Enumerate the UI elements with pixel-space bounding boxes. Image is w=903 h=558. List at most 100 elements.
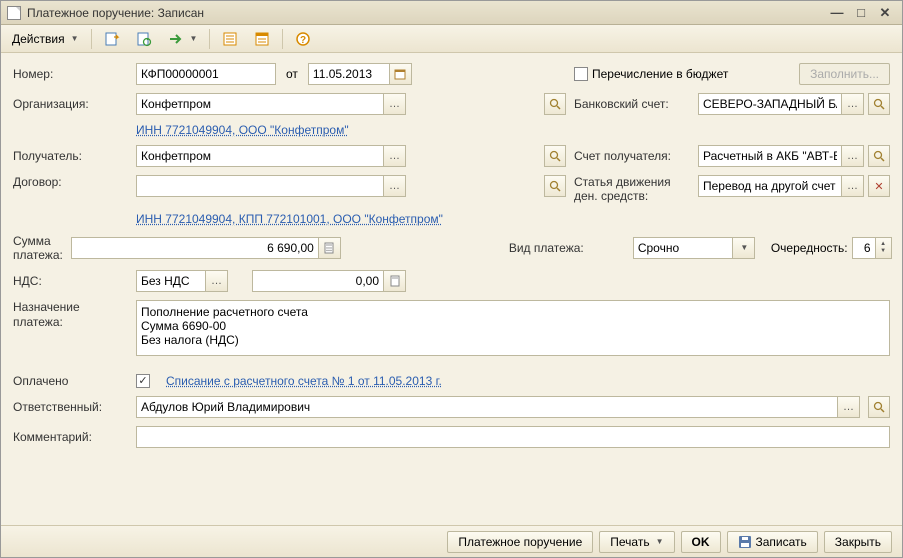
label-from: от xyxy=(286,67,298,81)
window-title: Платежное поручение: Записан xyxy=(27,6,824,20)
record-button[interactable]: Записать xyxy=(727,531,818,553)
label-organization: Организация: xyxy=(13,97,128,111)
date-input[interactable] xyxy=(308,63,390,85)
responsible-input[interactable] xyxy=(136,396,838,418)
budget-transfer-checkbox[interactable] xyxy=(574,67,588,81)
recipient-account-input[interactable] xyxy=(698,145,842,167)
goto-icon xyxy=(168,31,184,47)
vat-sum-calc-button[interactable] xyxy=(384,270,406,292)
label-bank-account: Банковский счет: xyxy=(574,97,694,111)
responsible-select-button[interactable]: … xyxy=(838,396,860,418)
vat-type-input[interactable] xyxy=(136,270,206,292)
recipient-account-select-button[interactable]: … xyxy=(842,145,864,167)
responsible-search-button[interactable] xyxy=(868,396,890,418)
recipient-input[interactable] xyxy=(136,145,384,167)
actions-label: Действия xyxy=(12,32,65,46)
organization-input[interactable] xyxy=(136,93,384,115)
vat-sum-input[interactable] xyxy=(252,270,384,292)
dropdown-icon: ▼ xyxy=(656,537,664,546)
flow-item-select-button[interactable]: … xyxy=(842,175,864,197)
footer: Платежное поручение Печать▼ OK Записать … xyxy=(1,525,902,557)
fill-button[interactable]: Заполнить... xyxy=(799,63,890,85)
bank-account-select-button[interactable]: … xyxy=(842,93,864,115)
comment-input[interactable] xyxy=(136,426,890,448)
recipient-search-button[interactable] xyxy=(544,145,566,167)
row-recipient: Получатель: … Счет получателя: … xyxy=(13,145,890,167)
row-responsible: Ответственный: … xyxy=(13,396,890,418)
close-button[interactable]: Закрыть xyxy=(824,531,892,553)
goto-button[interactable]: ▼ xyxy=(161,28,205,50)
sum-input[interactable] xyxy=(71,237,319,259)
document-icon xyxy=(7,6,21,20)
maximize-button[interactable]: □ xyxy=(850,4,872,22)
purpose-textarea[interactable]: Пополнение расчетного счета Сумма 6690-0… xyxy=(136,300,890,356)
bank-account-input[interactable] xyxy=(698,93,842,115)
list-view-button[interactable] xyxy=(215,28,245,50)
label-payment-sum: Сумма платежа: xyxy=(13,234,63,262)
svg-text:?: ? xyxy=(300,35,306,46)
number-input[interactable] xyxy=(136,63,276,85)
actions-menu-button[interactable]: Действия ▼ xyxy=(5,28,86,50)
ok-button[interactable]: OK xyxy=(681,531,721,553)
help-icon: ? xyxy=(295,31,311,47)
separator xyxy=(91,29,92,49)
row-organization: Организация: … Банковский счет: … xyxy=(13,93,890,115)
spin-down-icon: ▼ xyxy=(880,248,886,255)
priority-spin-button[interactable]: ▲ ▼ xyxy=(876,237,892,259)
priority-input[interactable] xyxy=(852,237,876,259)
flow-item-input[interactable] xyxy=(698,175,842,197)
titlebar: Платежное поручение: Записан — □ ✕ xyxy=(1,1,902,25)
label-recipient-account: Счет получателя: xyxy=(574,149,694,163)
close-window-button[interactable]: ✕ xyxy=(874,4,896,22)
payment-type-input[interactable] xyxy=(633,237,733,259)
separator xyxy=(282,29,283,49)
calendar-icon xyxy=(394,68,406,80)
row-sum: Сумма платежа: Вид платежа: ▼ Очередност… xyxy=(13,234,890,262)
recipient-account-search-button[interactable] xyxy=(868,145,890,167)
export-button[interactable] xyxy=(97,28,127,50)
contract-input[interactable] xyxy=(136,175,384,197)
dropdown-icon: ▼ xyxy=(740,243,748,252)
label-budget-transfer: Перечисление в бюджет xyxy=(592,67,728,81)
print-form-button[interactable]: Платежное поручение xyxy=(447,531,593,553)
help-button[interactable]: ? xyxy=(288,28,318,50)
spin-up-icon: ▲ xyxy=(880,241,886,248)
paid-checkbox[interactable]: ✓ xyxy=(136,374,150,388)
contract-search-button[interactable] xyxy=(544,175,566,197)
magnifier-icon xyxy=(873,150,885,162)
app-window: Платежное поручение: Записан — □ ✕ Дейст… xyxy=(0,0,903,558)
payment-type-dropdown-button[interactable]: ▼ xyxy=(733,237,755,259)
report-icon xyxy=(254,31,270,47)
refresh-button[interactable] xyxy=(129,28,159,50)
print-menu-button[interactable]: Печать▼ xyxy=(599,531,674,553)
calendar-button[interactable] xyxy=(390,63,412,85)
label-comment: Комментарий: xyxy=(13,430,128,444)
recipient-details-link[interactable]: ИНН 7721049904, КПП 772101001, ООО "Конф… xyxy=(136,212,443,226)
vat-type-select-button[interactable]: … xyxy=(206,270,228,292)
minimize-button[interactable]: — xyxy=(826,4,848,22)
organization-details-link[interactable]: ИНН 7721049904, ООО "Конфетпром" xyxy=(136,123,349,137)
label-flow-item: Статья движения ден. средств: xyxy=(574,175,694,204)
contract-select-button[interactable]: … xyxy=(384,175,406,197)
dropdown-icon: ▼ xyxy=(190,34,198,43)
paid-document-link[interactable]: Списание с расчетного счета № 1 от 11.05… xyxy=(166,374,442,388)
bank-account-search-button[interactable] xyxy=(868,93,890,115)
magnifier-icon xyxy=(549,98,561,110)
form-content: Номер: от Перечисление в бюджет Заполнит… xyxy=(1,53,902,525)
label-responsible: Ответственный: xyxy=(13,400,128,414)
list-icon xyxy=(222,31,238,47)
report-button[interactable] xyxy=(247,28,277,50)
organization-select-button[interactable]: … xyxy=(384,93,406,115)
label-payment-type: Вид платежа: xyxy=(509,241,629,255)
sum-calc-button[interactable] xyxy=(319,237,341,259)
row-number: Номер: от Перечисление в бюджет Заполнит… xyxy=(13,63,890,85)
row-contract: Договор: … Статья движения ден. средств:… xyxy=(13,175,890,204)
organization-search-button[interactable] xyxy=(544,93,566,115)
save-icon xyxy=(738,535,752,549)
flow-item-clear-button[interactable]: ✕ xyxy=(868,175,890,197)
row-comment: Комментарий: xyxy=(13,426,890,448)
toolbar: Действия ▼ ▼ ? xyxy=(1,25,902,53)
magnifier-icon xyxy=(873,401,885,413)
label-contract: Договор: xyxy=(13,175,128,189)
recipient-select-button[interactable]: … xyxy=(384,145,406,167)
